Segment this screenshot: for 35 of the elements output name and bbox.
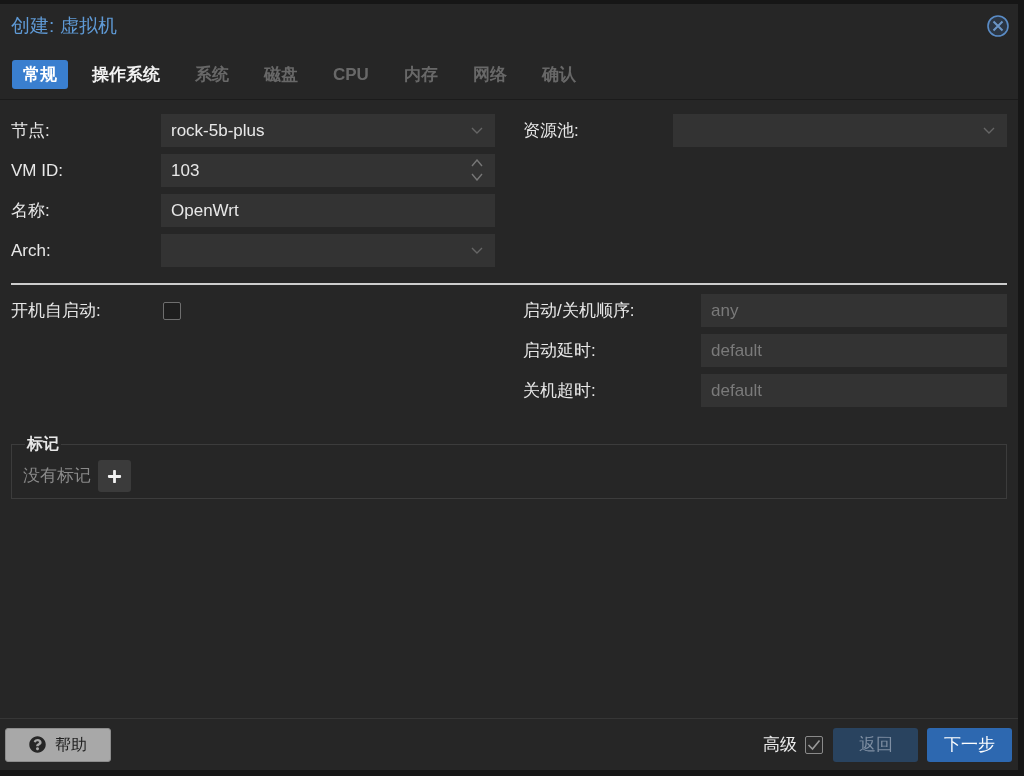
input-field[interactable]: any bbox=[701, 294, 1007, 327]
field-label: VM ID: bbox=[11, 159, 64, 182]
window-title: 创建: 虚拟机 bbox=[11, 13, 117, 38]
field-label: 名称: bbox=[11, 199, 51, 222]
empty-tags-text: 没有标记 bbox=[23, 465, 91, 488]
input-field[interactable]: default bbox=[701, 334, 1007, 367]
footer-button[interactable]: 下一步 bbox=[927, 727, 1012, 762]
group-legend: 标记 bbox=[25, 432, 61, 456]
help-button[interactable]: 帮助 bbox=[5, 727, 111, 762]
tab[interactable]: 常规 bbox=[12, 60, 68, 89]
checkbox[interactable] bbox=[163, 301, 181, 320]
plus-icon bbox=[107, 468, 122, 484]
field-label: 启动/关机顺序: bbox=[523, 299, 636, 322]
field-label: 关机超时: bbox=[523, 379, 597, 402]
help-icon bbox=[29, 736, 46, 753]
advanced-label: 高级 bbox=[763, 733, 797, 756]
chevron-down-icon bbox=[471, 247, 483, 254]
dropdown-field[interactable] bbox=[673, 114, 1007, 147]
field-label: 节点: bbox=[11, 119, 51, 142]
input-field[interactable]: OpenWrt bbox=[161, 194, 495, 227]
field-label: 启动延时: bbox=[523, 339, 597, 362]
spinner-arrows-icon[interactable] bbox=[471, 159, 483, 181]
chevron-down-icon bbox=[471, 127, 483, 134]
field-label: 开机自启动: bbox=[11, 299, 102, 322]
close-icon[interactable] bbox=[987, 15, 1009, 37]
number-field[interactable]: 103 bbox=[161, 154, 495, 187]
chevron-down-icon bbox=[983, 127, 995, 134]
advanced-checkbox[interactable] bbox=[805, 735, 823, 754]
input-field[interactable]: default bbox=[701, 374, 1007, 407]
dropdown-field[interactable]: rock-5b-plus bbox=[161, 114, 495, 147]
field-label: Arch: bbox=[11, 239, 52, 262]
field-label: 资源池: bbox=[523, 119, 580, 142]
add-tag-button[interactable] bbox=[98, 460, 131, 492]
tab[interactable]: 操作系统 bbox=[81, 60, 171, 89]
dropdown-field[interactable] bbox=[161, 234, 495, 267]
